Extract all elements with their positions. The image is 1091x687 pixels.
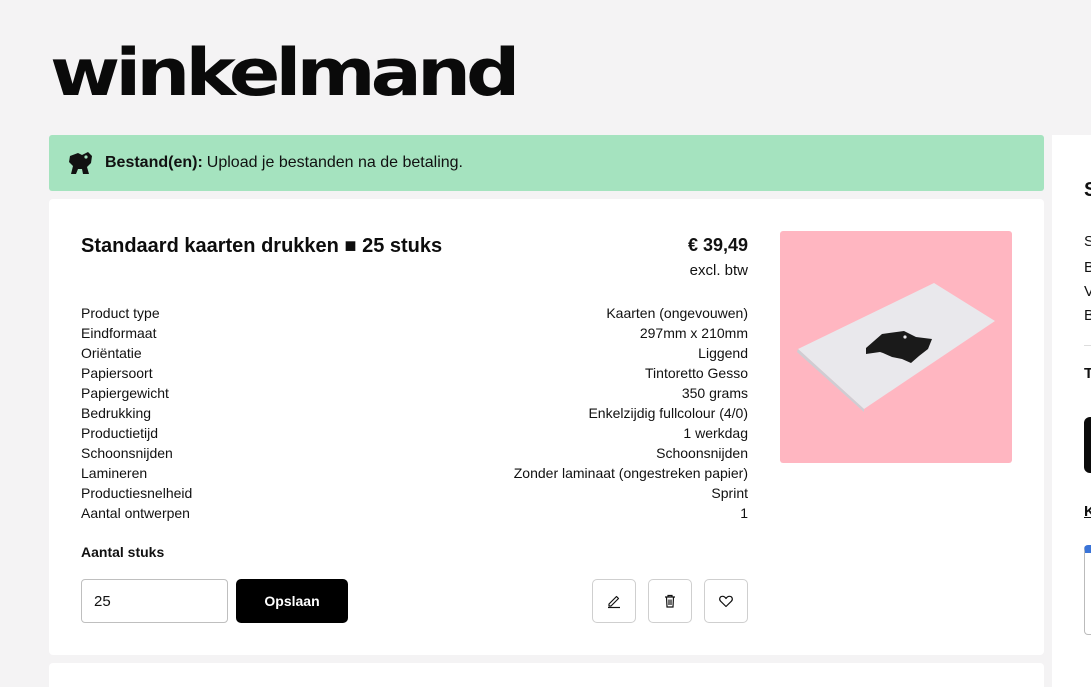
spec-row: Papiergewicht 350 grams — [81, 384, 748, 404]
spec-label: Productiesnelheid — [81, 485, 193, 501]
payment-box[interactable] — [1084, 545, 1091, 635]
spec-label: Eindformaat — [81, 325, 157, 341]
checkout-button[interactable] — [1084, 417, 1091, 473]
spec-value: Liggend — [698, 345, 748, 361]
spec-label: Papiersoort — [81, 365, 153, 381]
product-image — [780, 231, 1012, 463]
spec-row: Lamineren Zonder laminaat (ongestreken pa… — [81, 464, 748, 484]
heart-icon — [719, 595, 733, 608]
order-summary-panel: S S B V B T K — [1052, 135, 1091, 687]
spec-value: Schoonsnijden — [656, 445, 748, 461]
spec-label: Papiergewicht — [81, 385, 169, 401]
spec-row: Bedrukking Enkelzijdig fullcolour (4/0) — [81, 404, 748, 424]
product-price: € 39,49 — [687, 235, 748, 255]
pencil-icon — [608, 595, 620, 609]
summary-line: B — [1084, 259, 1091, 276]
spec-row: Oriëntatie Liggend — [81, 344, 748, 364]
edit-button[interactable] — [592, 579, 636, 623]
spec-row: Schoonsnijden Schoonsnijden — [81, 444, 748, 464]
elephant-icon — [69, 152, 92, 174]
summary-link[interactable]: K — [1084, 503, 1091, 520]
cart-item-card: Standaard kaarten drukken ■ 25 stuks € 3… — [49, 199, 1044, 655]
spec-value: 1 werkdag — [683, 425, 748, 441]
spec-value: 1 — [740, 505, 748, 521]
upload-notice: Bestand(en): Upload je bestanden na de be… — [49, 135, 1044, 191]
spec-label: Schoonsnijden — [81, 445, 173, 461]
summary-line: B — [1084, 307, 1091, 324]
notice-text: Bestand(en): Upload je bestanden na de be… — [105, 154, 463, 172]
spec-label: Productietijd — [81, 425, 159, 441]
spec-row: Productiesnelheid Sprint — [81, 484, 748, 504]
vat-note: excl. btw — [689, 262, 748, 279]
spec-value: Tintoretto Gesso — [645, 365, 748, 381]
spec-list: Product type Kaarten (ongevouwen) Eindfor… — [81, 304, 748, 524]
quantity-label: Aantal stuks — [81, 544, 165, 560]
favorite-button[interactable] — [704, 579, 748, 623]
page-title: winkelmand — [50, 33, 520, 111]
summary-heading: S — [1084, 179, 1091, 201]
summary-line: V — [1084, 283, 1091, 300]
spec-value: Zonder laminaat (ongestreken papier) — [513, 465, 748, 481]
summary-total: T — [1084, 365, 1091, 382]
spec-value: 350 grams — [681, 385, 748, 401]
spec-label: Oriëntatie — [81, 345, 142, 361]
summary-line: S — [1084, 233, 1091, 250]
spec-value: Sprint — [711, 485, 748, 501]
spec-row: Papiersoort Tintoretto Gesso — [81, 364, 748, 384]
save-button[interactable]: Opslaan — [236, 579, 348, 623]
divider — [1084, 345, 1091, 346]
quantity-input[interactable] — [81, 579, 228, 623]
product-name: Standaard kaarten drukken ■ 25 stuks — [81, 235, 443, 257]
next-cart-item — [49, 663, 1044, 687]
spec-value: 297mm x 210mm — [639, 325, 748, 341]
notice-label: Bestand(en): — [105, 154, 203, 171]
spec-value: Enkelzijdig fullcolour (4/0) — [588, 405, 748, 421]
spec-row: Product type Kaarten (ongevouwen) — [81, 304, 748, 324]
spec-row: Eindformaat 297mm x 210mm — [81, 324, 748, 344]
spec-value: Kaarten (ongevouwen) — [606, 305, 748, 321]
delete-button[interactable] — [648, 579, 692, 623]
spec-row: Aantal ontwerpen 1 — [81, 504, 748, 524]
card-mockup-image — [797, 283, 995, 412]
trash-icon — [665, 594, 675, 608]
spec-label: Aantal ontwerpen — [81, 505, 190, 521]
notice-message: Upload je bestanden na de betaling. — [206, 154, 463, 171]
spec-row: Productietijd 1 werkdag — [81, 424, 748, 444]
spec-label: Product type — [81, 305, 160, 321]
spec-label: Lamineren — [81, 465, 148, 481]
spec-label: Bedrukking — [81, 405, 152, 421]
